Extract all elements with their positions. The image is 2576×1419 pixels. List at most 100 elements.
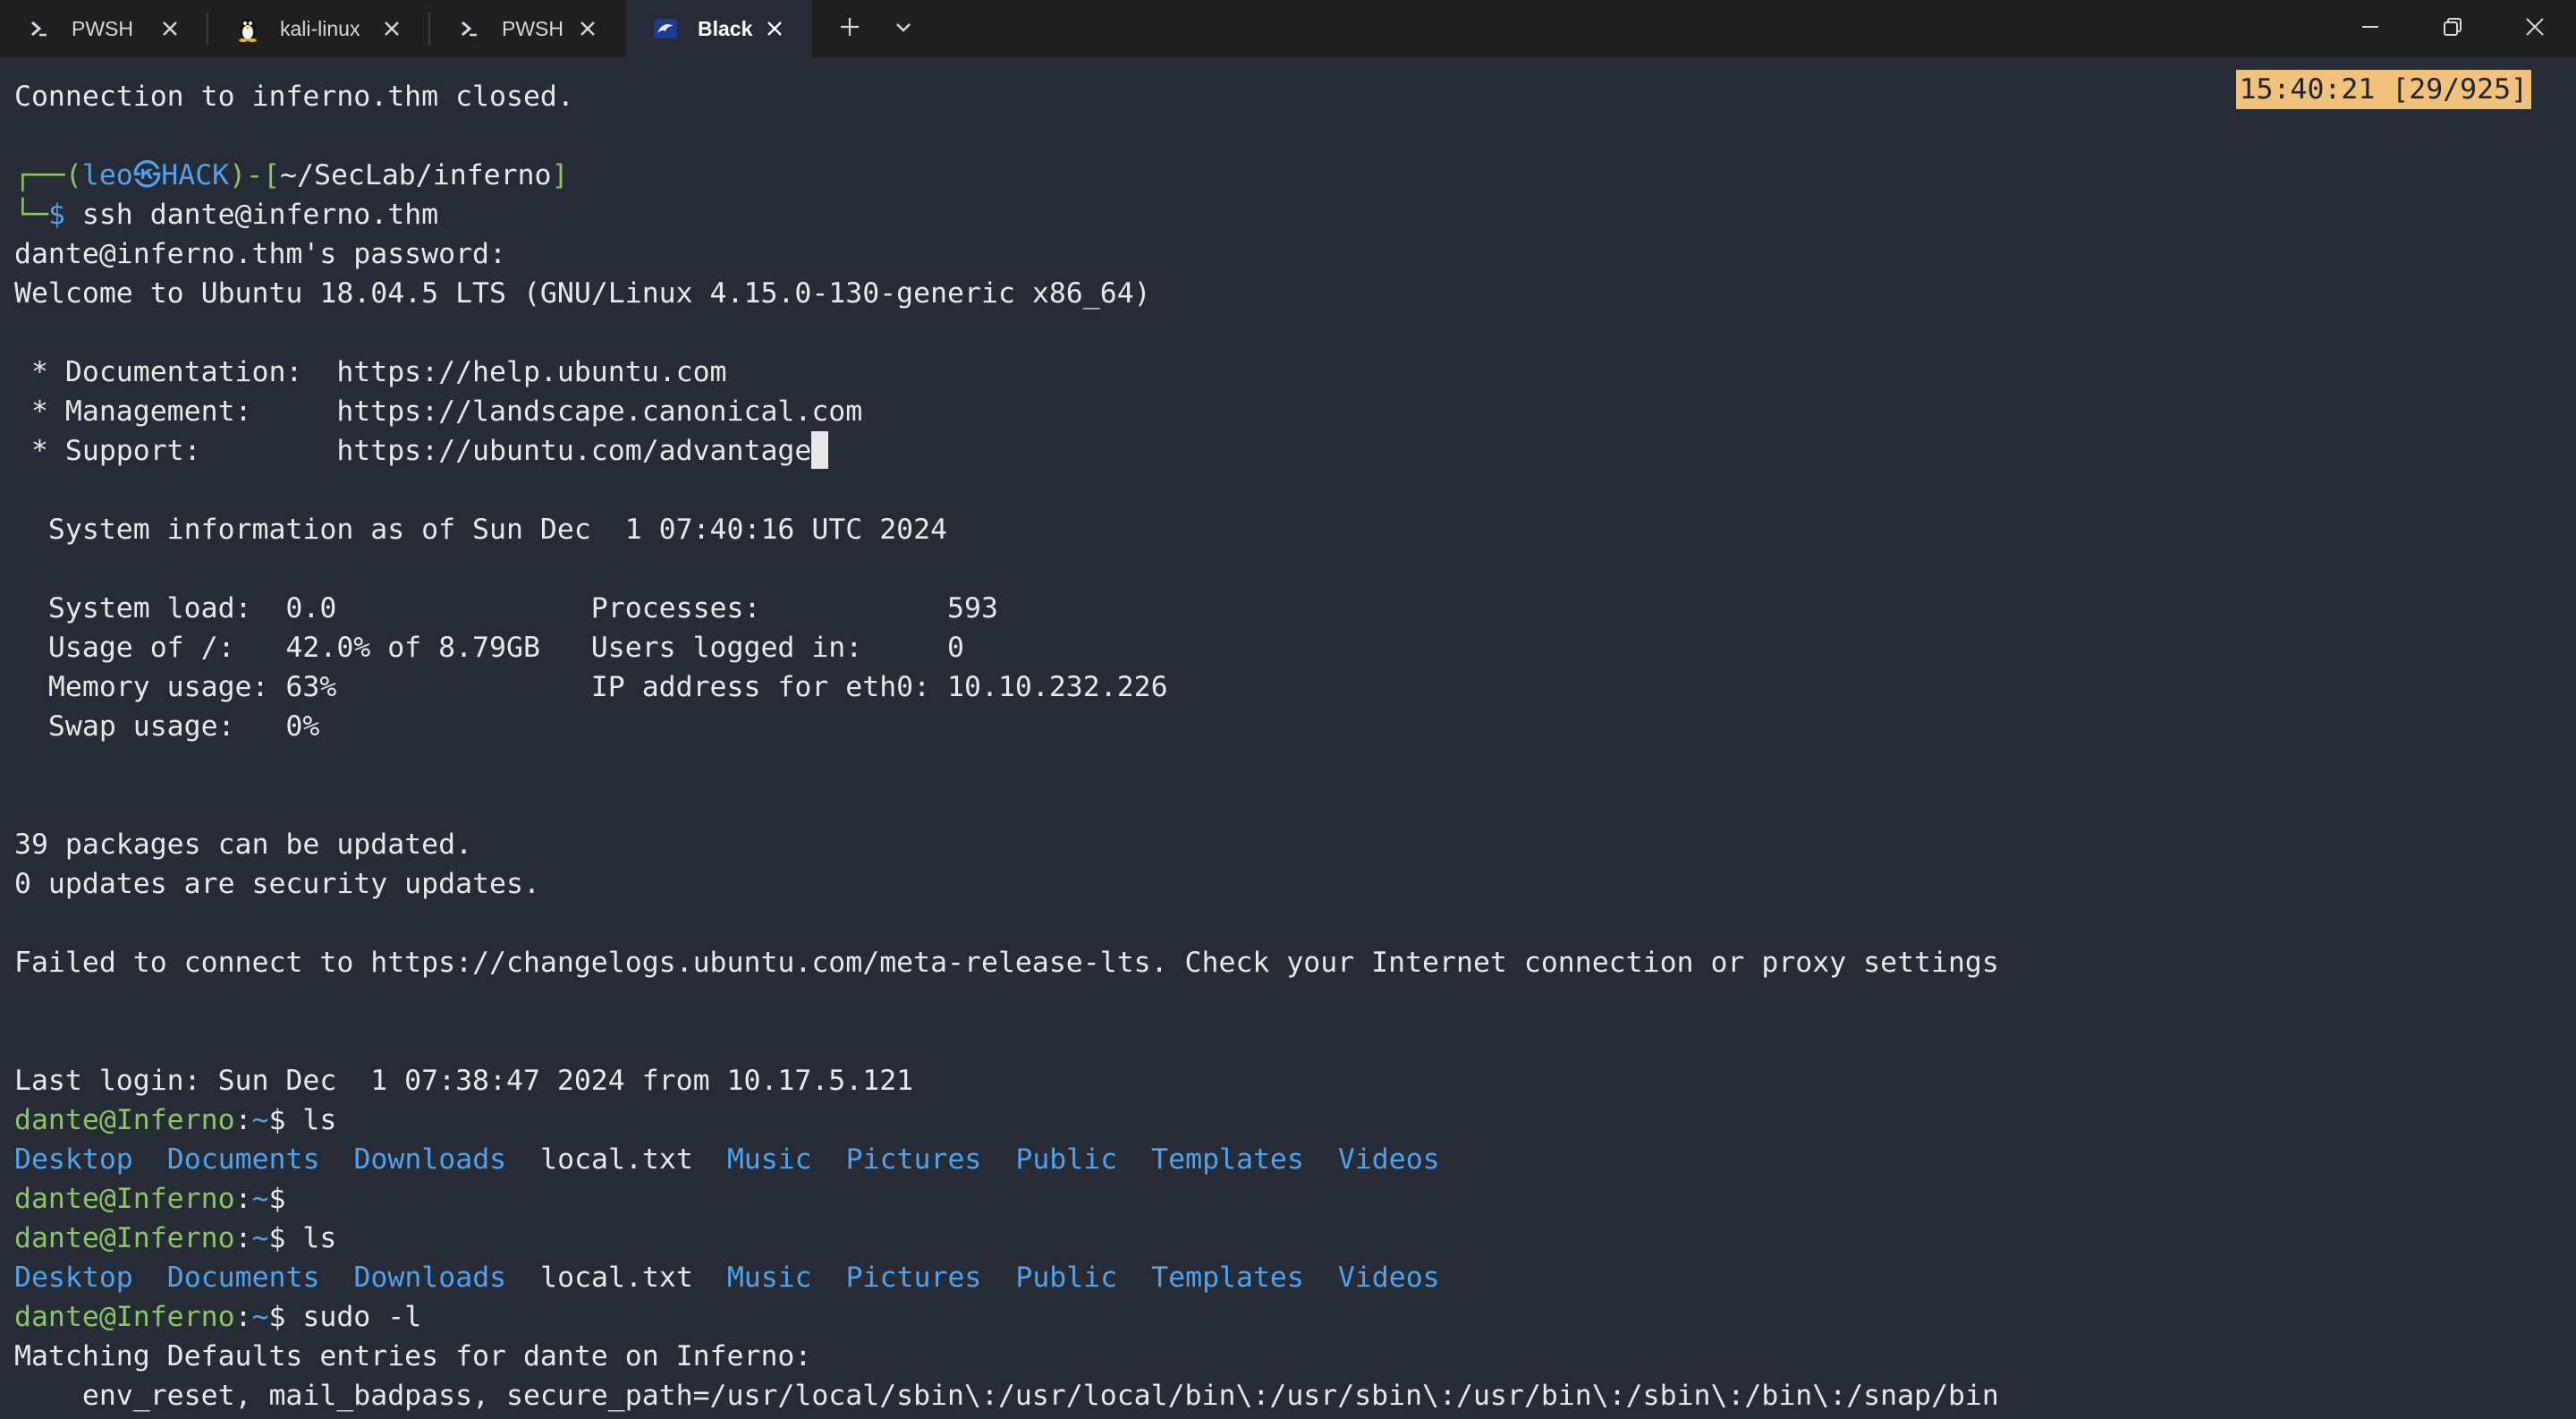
restore-button[interactable]: [2411, 0, 2494, 57]
new-tab-button[interactable]: [830, 9, 869, 48]
text-cursor: [811, 431, 829, 469]
ls-entry: Downloads: [353, 1143, 507, 1176]
sysinfo-line: Memory usage: 63% IP address for eth0: 1…: [14, 671, 1168, 703]
prompt-colon: :: [234, 1222, 252, 1254]
prompt-path: ~: [251, 1104, 269, 1136]
link-line: * Management: https://landscape.canonica…: [14, 392, 1999, 431]
close-icon[interactable]: [157, 16, 182, 41]
terminal-window: PWSH kali-linux PWSH Black 15:40:21 [29/…: [0, 0, 2576, 1419]
ls-output-line: Desktop Documents Downloads local.txt Music P…: [14, 1140, 1999, 1179]
sysinfo-line: Usage of /: 42.0% of 8.79GB Users logged…: [14, 632, 965, 664]
link-url[interactable]: https://ubuntu.com/advantage: [336, 435, 811, 467]
ls-entry: Music: [726, 1143, 812, 1176]
prompt-path: ~/SecLab/inferno: [280, 159, 552, 191]
tab-bar: PWSH kali-linux PWSH Black: [0, 0, 2576, 57]
minimize-button[interactable]: [2329, 0, 2411, 57]
prompt-corner: ┌──(: [14, 159, 82, 191]
terminal-lines: Connection to inferno.thm closed. ┌──(le…: [14, 77, 1999, 1415]
command-text: ssh dante@inferno.thm: [64, 199, 439, 231]
prompt-corner: └─: [14, 199, 48, 231]
terminal-line: Connection to inferno.thm closed.: [14, 81, 574, 113]
tab-pwsh-2[interactable]: PWSH: [430, 0, 625, 57]
remote-prompt-line: dante@Inferno:~$ ls: [14, 1219, 1999, 1258]
tab-label: PWSH: [72, 16, 133, 40]
prompt-user-host: dante@Inferno: [14, 1183, 235, 1215]
link-line: * Documentation: https://help.ubuntu.com: [14, 353, 1999, 392]
ls-entry: Pictures: [845, 1262, 982, 1294]
close-icon[interactable]: [379, 16, 404, 41]
link-url[interactable]: https://landscape.canonical.com: [336, 395, 862, 428]
prompt-host: HACK: [161, 159, 230, 191]
remote-prompt-line: dante@Inferno:~$ sudo -l: [14, 1297, 1999, 1337]
prompt-user: leo: [81, 159, 133, 191]
prompt-mid: )-[: [229, 159, 281, 191]
tab-label: PWSH: [502, 16, 564, 40]
powershell-icon: [457, 16, 482, 41]
terminal-line: Failed to connect to https://changelogs.…: [14, 947, 1999, 979]
prompt-path: ~: [251, 1183, 269, 1215]
close-window-button[interactable]: [2494, 0, 2576, 57]
prompt-user-host: dante@Inferno: [14, 1301, 235, 1333]
ls-entry: Music: [726, 1262, 812, 1294]
kali-prompt-line-1: ┌──(leo㉿HACK)-[~/SecLab/inferno]: [14, 156, 1999, 195]
prompt-path: ~: [251, 1301, 269, 1333]
prompt-end: ]: [551, 159, 569, 191]
prompt-user-host: dante@Inferno: [14, 1104, 235, 1136]
prompt-dollar: $: [268, 1301, 286, 1333]
kali-prompt-line-2: └─$ ssh dante@inferno.thm: [14, 195, 1999, 234]
prompt-dollar: $: [268, 1183, 286, 1215]
prompt-dollar: $: [47, 199, 65, 231]
ls-entry: Public: [1015, 1143, 1118, 1176]
link-url[interactable]: https://help.ubuntu.com: [336, 356, 726, 388]
prompt-dollar: $: [268, 1222, 286, 1254]
command-text: ls: [285, 1104, 337, 1136]
command-text: ls: [285, 1222, 337, 1254]
ls-entry: Documents: [166, 1143, 320, 1176]
terminal-line: 39 packages can be updated.: [14, 828, 473, 861]
ls-entry: Videos: [1337, 1143, 1440, 1176]
tab-black[interactable]: Black: [626, 0, 812, 57]
ls-entry: local.txt: [540, 1143, 693, 1176]
ls-entry: Pictures: [845, 1143, 982, 1176]
ls-entry: Documents: [166, 1262, 320, 1294]
chevron-down-icon: [894, 17, 913, 41]
remote-prompt-line: dante@Inferno:~$ ls: [14, 1100, 1999, 1140]
tab-kali-linux[interactable]: kali-linux: [208, 0, 428, 57]
close-icon: [2524, 16, 2546, 42]
link-label: * Documentation:: [14, 356, 337, 388]
terminal-line: Welcome to Ubuntu 18.04.5 LTS (GNU/Linux…: [14, 277, 1151, 310]
terminal-line: dante@inferno.thm's password:: [14, 238, 506, 270]
prompt-colon: :: [234, 1301, 252, 1333]
terminal-line: env_reset, mail_badpass, secure_path=/us…: [14, 1380, 1999, 1412]
tab-pwsh-1[interactable]: PWSH: [0, 0, 206, 57]
ls-entry: Desktop: [14, 1143, 133, 1176]
restore-icon: [2442, 16, 2463, 42]
terminal-output[interactable]: 15:40:21 [29/925] Connection to inferno.…: [0, 57, 2576, 1419]
prompt-dollar: $: [268, 1104, 286, 1136]
tab-label: kali-linux: [280, 16, 360, 40]
sysinfo-line: Swap usage: 0%: [14, 710, 320, 743]
minimize-icon: [2360, 17, 2380, 41]
prompt-path: ~: [251, 1222, 269, 1254]
clock-status: 15:40:21 [29/925]: [2235, 70, 2531, 109]
prompt-at: ㉿: [132, 159, 162, 191]
terminal-line: 0 updates are security updates.: [14, 868, 540, 900]
kali-dragon-icon: [653, 16, 678, 41]
close-icon[interactable]: [575, 16, 600, 41]
prompt-colon: :: [234, 1104, 252, 1136]
terminal-line: Matching Defaults entries for dante on I…: [14, 1340, 812, 1372]
close-icon[interactable]: [762, 16, 787, 41]
tab-dropdown-button[interactable]: [884, 9, 923, 48]
ls-entry: Templates: [1151, 1143, 1304, 1176]
terminal-line: System information as of Sun Dec 1 07:40…: [14, 514, 948, 546]
tab-label: Black: [698, 16, 753, 40]
ls-entry: Downloads: [353, 1262, 507, 1294]
link-label: * Support:: [14, 435, 337, 467]
